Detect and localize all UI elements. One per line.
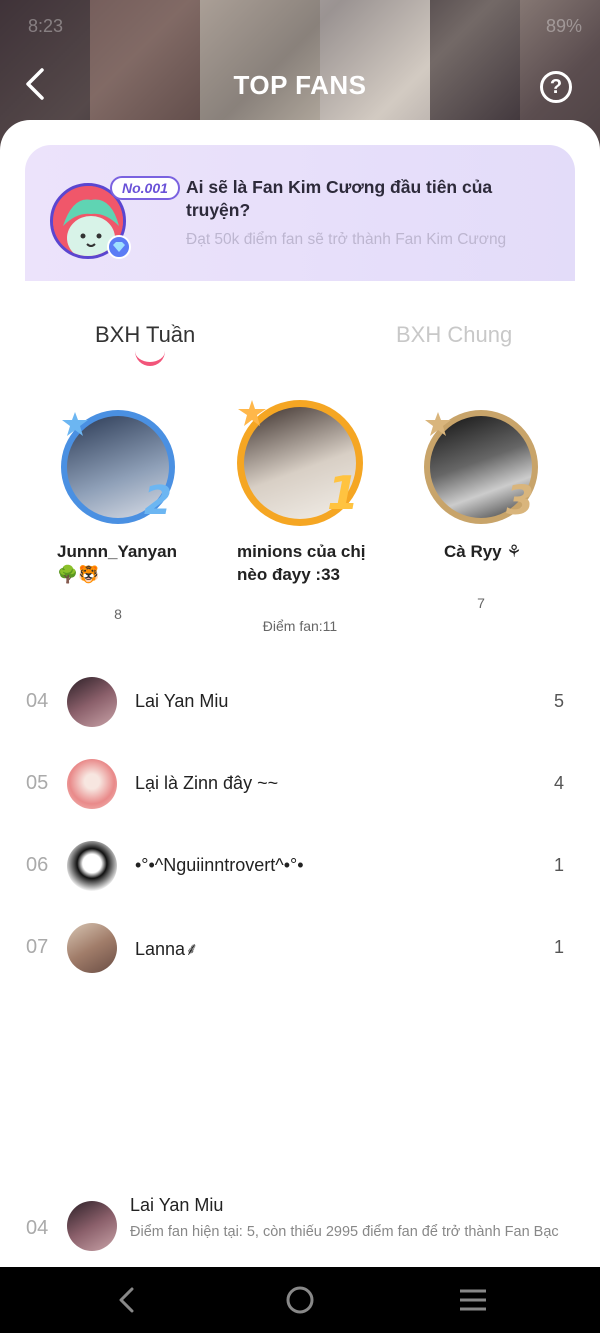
list-name: Lanna⸙ bbox=[135, 939, 199, 959]
list-score: 5 bbox=[553, 691, 564, 711]
rank-3-name: Cà Ryy ⚘ bbox=[444, 542, 522, 561]
diamond-fan-banner: No.001 Ai sẽ là Fan Kim Cương đầu tiên c… bbox=[25, 145, 575, 281]
banner-title: Ai sẽ là Fan Kim Cương đầu tiên của truy… bbox=[186, 177, 493, 220]
rank-3-score: 7 bbox=[477, 595, 485, 611]
self-rank: 04 bbox=[26, 1217, 49, 1239]
list-item[interactable]: 04 Lai Yan Miu 5 bbox=[0, 672, 600, 732]
banner-subtitle: Đạt 50k điểm fan sẽ trở thành Fan Kim Cư… bbox=[186, 231, 507, 248]
current-user-rank: 04 Lai Yan Miu Điểm fan hiện tại: 5, còn… bbox=[0, 1185, 600, 1267]
list-item[interactable]: 07 Lanna⸙ 1 bbox=[0, 918, 600, 978]
rank-1-score: Điểm fan:11 bbox=[262, 618, 338, 634]
list-item[interactable]: 05 Lại là Zinn đây ~~ 4 bbox=[0, 754, 600, 814]
list-score: 1 bbox=[553, 937, 564, 957]
tab-overall[interactable]: BXH Chung bbox=[396, 322, 512, 348]
list-rank: 06 bbox=[26, 854, 49, 876]
list-name: Lai Yan Miu bbox=[135, 691, 229, 711]
crown-icon bbox=[62, 412, 88, 436]
avatar bbox=[67, 923, 117, 973]
battery-level: 89% bbox=[545, 16, 582, 36]
list-score: 1 bbox=[553, 855, 564, 875]
rank-2-name: Junnn_Yanyan 🌳🐯 bbox=[57, 542, 177, 584]
help-button[interactable]: ? bbox=[540, 71, 572, 103]
rank-2-score: 8 bbox=[114, 606, 122, 622]
home-circle-icon[interactable] bbox=[285, 1285, 315, 1315]
page-title: TOP FANS bbox=[233, 70, 367, 100]
list-score: 4 bbox=[553, 773, 564, 793]
status-bar: 8:23 89% bbox=[0, 12, 600, 40]
list-name: Lại là Zinn đây ~~ bbox=[135, 773, 279, 793]
list-name: •°•^Nguiinntrovert^•°• bbox=[135, 855, 304, 875]
self-description: Điểm fan hiện tại: 5, còn thiếu 2995 điể… bbox=[130, 1224, 559, 1240]
diamond-icon bbox=[107, 235, 131, 259]
rank-1-name: minions của chị nèo đayy :33 bbox=[237, 542, 366, 584]
rank-badge: No.001 bbox=[110, 176, 180, 200]
tab-weekly[interactable]: BXH Tuần bbox=[95, 322, 195, 348]
list-item[interactable]: 06 •°•^Nguiinntrovert^•°• 1 bbox=[0, 836, 600, 896]
menu-icon[interactable] bbox=[458, 1285, 488, 1315]
self-name: Lai Yan Miu bbox=[130, 1195, 224, 1215]
back-arrow-icon[interactable] bbox=[112, 1285, 142, 1315]
crown-icon bbox=[425, 412, 451, 436]
list-rank: 07 bbox=[26, 936, 49, 958]
avatar bbox=[67, 677, 117, 727]
crown-icon bbox=[238, 400, 266, 426]
list-rank: 05 bbox=[26, 772, 49, 794]
avatar bbox=[67, 1201, 117, 1251]
list-rank: 04 bbox=[26, 690, 49, 712]
rank-2-number: 2 bbox=[144, 478, 172, 524]
avatar bbox=[67, 841, 117, 891]
system-nav-bar bbox=[0, 1267, 600, 1333]
avatar bbox=[67, 759, 117, 809]
status-time: 8:23 bbox=[28, 16, 64, 36]
rank-1-number: 1 bbox=[327, 466, 360, 520]
rank-3-number: 3 bbox=[506, 478, 534, 524]
